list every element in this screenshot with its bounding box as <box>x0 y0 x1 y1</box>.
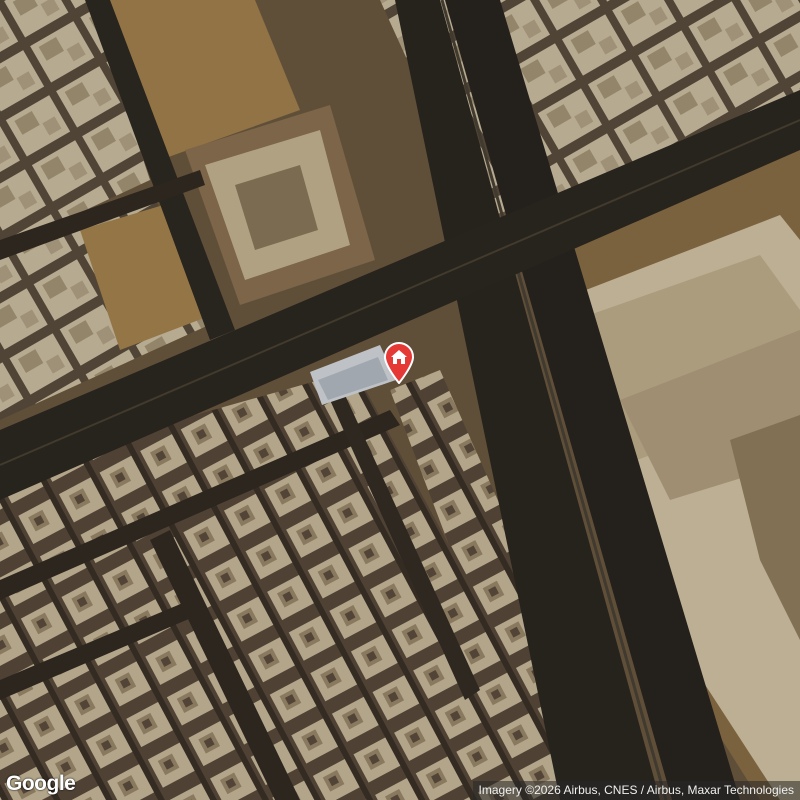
home-icon <box>383 342 415 384</box>
map-attribution: Imagery ©2026 Airbus, CNES / Airbus, Max… <box>472 781 800 800</box>
satellite-imagery <box>0 0 800 800</box>
google-logo: Google <box>6 772 76 795</box>
satellite-map[interactable]: Google Imagery ©2026 Airbus, CNES / Airb… <box>0 0 800 800</box>
location-marker[interactable] <box>382 342 416 384</box>
